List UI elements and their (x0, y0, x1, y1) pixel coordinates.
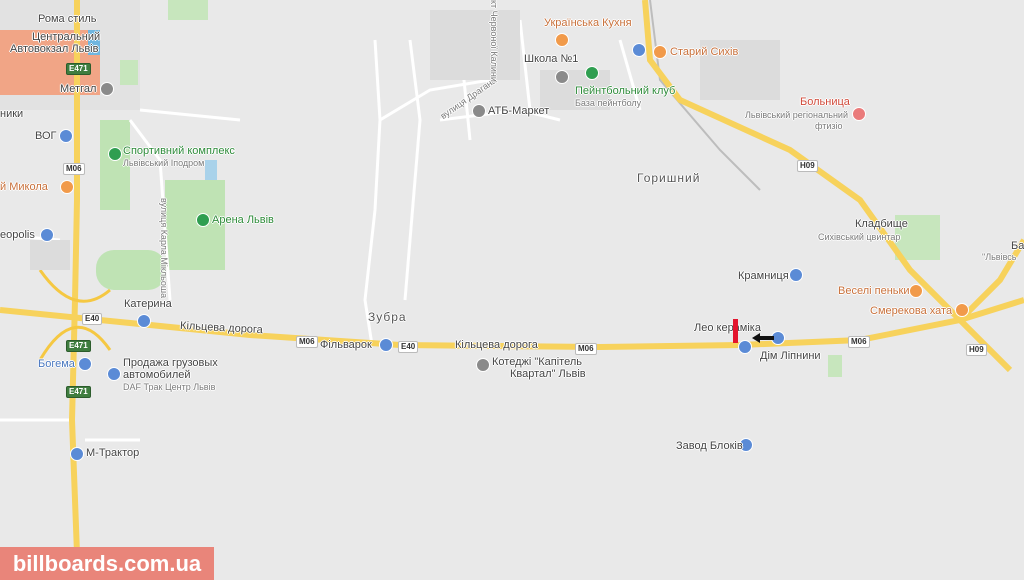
label-daf: DAF Трак Центр Львів (123, 382, 216, 392)
label-metgal: Метгал (60, 83, 97, 95)
road-shield-e471: E471 (66, 340, 91, 352)
shop-icon[interactable] (472, 104, 486, 118)
label-hospital-sub2: фтизіо (815, 121, 843, 131)
shopping-icon[interactable] (379, 338, 393, 352)
school-icon[interactable] (585, 66, 599, 80)
restaurant-icon[interactable] (653, 45, 667, 59)
label-cottages2: Квартал" Львів (510, 368, 586, 380)
label-filvarok: Фільварок (320, 339, 372, 351)
label-mykola: й Микола (0, 181, 48, 193)
road-shield-m06: M06 (296, 336, 318, 348)
label-vog: ВОГ (35, 130, 57, 142)
road-shield-h09: H09 (797, 160, 818, 172)
label-school: Школа №1 (524, 53, 579, 65)
label-lviv-right: "Львівсь (982, 252, 1017, 262)
housing-icon[interactable] (476, 358, 490, 372)
label-atb: АТБ-Маркет (488, 105, 550, 117)
label-chervonoi: кт Червоної Калини (489, 0, 499, 82)
label-m-traktor: М-Трактор (86, 447, 140, 459)
label-ukr-kitchen: Українська Кухня (544, 17, 632, 29)
label-goryshniy: Горишний (637, 171, 701, 185)
label-zubra: Зубра (368, 310, 407, 324)
shopping-icon[interactable] (137, 314, 151, 328)
restaurant-icon[interactable] (955, 303, 969, 317)
label-niky: ники (0, 108, 24, 120)
road-shield-h09: H09 (966, 344, 987, 356)
shopping-icon[interactable] (738, 340, 752, 354)
label-arena: Арена Львів (212, 214, 274, 226)
label-ring-road: Кільцева дорога (455, 339, 538, 351)
label-bogema: Богема (38, 358, 75, 370)
road-shield-e471: E471 (66, 386, 91, 398)
label-stary-sykhiv: Старий Сихів (670, 46, 739, 58)
label-karla-street: вулиця Карла Мікльоша (159, 198, 169, 299)
label-dim-lipnyny: Дім Ліпнини (760, 350, 821, 362)
restaurant-icon[interactable] (909, 284, 923, 298)
map-canvas[interactable]: Рома стиль Центральний Автовокзал Львів … (0, 0, 1024, 580)
road-shield-e471: E471 (66, 63, 91, 75)
label-roma-stil: Рома стиль (38, 13, 97, 25)
road-shield-m06: M06 (848, 336, 870, 348)
label-paintball-sub: База пейнтболу (575, 98, 642, 108)
shopping-icon[interactable] (70, 447, 84, 461)
truck-shop-icon[interactable] (107, 367, 121, 381)
label-kateryna: Катерина (124, 298, 172, 310)
label-veseli: Веселі пеньки (838, 285, 910, 297)
shop-icon[interactable] (100, 82, 114, 96)
road-shield-m06: M06 (575, 343, 597, 355)
label-smerekova: Смерекова хата (870, 305, 953, 317)
sport-icon[interactable] (108, 147, 122, 161)
label-leopolis: eopolis (0, 229, 35, 241)
label-cemetery-sub: Сихівський цвинтар (818, 232, 901, 242)
label-blocks: Завод Блоків (676, 440, 743, 452)
label-lviv-ipodrom: Львівський Іподром (123, 158, 205, 168)
label-avtovokzal: Автовокзал Львів (10, 43, 99, 55)
school-icon[interactable] (555, 70, 569, 84)
transit-icon[interactable] (632, 43, 646, 57)
direction-arrow-icon (752, 333, 774, 343)
hospital-icon[interactable] (852, 107, 866, 121)
shopping-icon[interactable] (789, 268, 803, 282)
road-shield-e40: E40 (398, 341, 419, 353)
restaurant-icon[interactable] (555, 33, 569, 47)
label-kramnytsia: Крамниця (738, 270, 789, 282)
label-leo: Лео керамiка (694, 322, 761, 334)
road-shield-e40: E40 (82, 313, 103, 325)
road-shield-m06: M06 (63, 163, 85, 175)
park-area (96, 250, 166, 290)
shopping-icon[interactable] (40, 228, 54, 242)
shopping-icon[interactable] (78, 357, 92, 371)
shopping-icon[interactable] (59, 129, 73, 143)
watermark: billboards.com.ua (0, 547, 214, 580)
stadium-icon[interactable] (196, 213, 210, 227)
billboard-marker[interactable] (733, 319, 738, 343)
label-hospital: Больница (800, 96, 850, 108)
restaurant-icon[interactable] (60, 180, 74, 194)
label-cemetery: Кладбище (855, 218, 908, 230)
